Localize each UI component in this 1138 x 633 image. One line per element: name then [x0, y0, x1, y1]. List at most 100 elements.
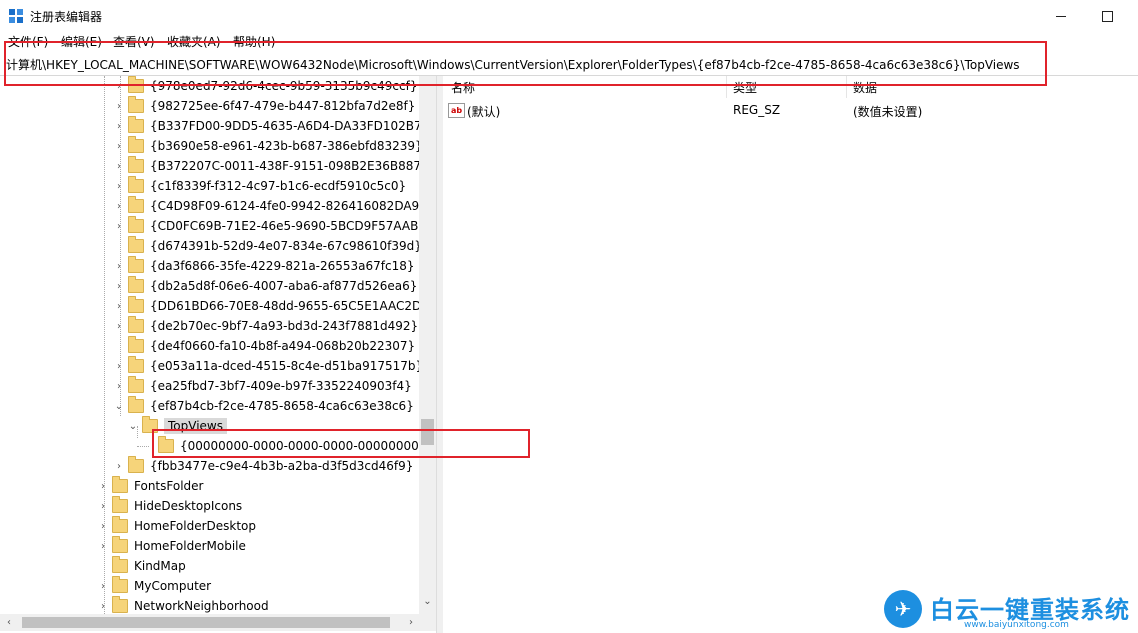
- folder-icon: [112, 576, 128, 593]
- expand-icon[interactable]: ›: [114, 201, 124, 212]
- tree-item-label: {c1f8339f-f312-4c97-b1c6-ecdf5910c5c0}: [150, 179, 407, 193]
- scroll-down-arrow-icon[interactable]: ⌄: [421, 596, 434, 610]
- expand-icon[interactable]: ›: [98, 481, 108, 492]
- tree-item-label: {C4D98F09-6124-4fe0-9942-826416082DA9}: [150, 199, 427, 213]
- tree-item-fbb3477e[interactable]: › {fbb3477e-c9e4-4b3b-a2ba-d3f5d3cd46f9}: [114, 456, 413, 476]
- expand-icon[interactable]: ›: [114, 461, 124, 472]
- expand-icon[interactable]: ›: [98, 601, 108, 612]
- folder-icon: [128, 116, 144, 133]
- tree-item-homefoldermobile[interactable]: › HomeFolderMobile: [98, 536, 246, 556]
- tree-item-mycomputer[interactable]: › MyComputer: [98, 576, 211, 596]
- folder-icon: [128, 196, 144, 213]
- expand-icon[interactable]: ›: [114, 181, 124, 192]
- tree-vertical-scrollbar[interactable]: ⌄: [419, 76, 436, 616]
- scroll-right-arrow-icon[interactable]: ›: [404, 614, 418, 631]
- tree-item-guid[interactable]: › {B337FD00-9DD5-4635-A6D4-DA33FD102B7A}: [114, 116, 436, 136]
- expand-icon[interactable]: ›: [114, 281, 124, 292]
- string-value-icon: ab: [448, 103, 465, 118]
- expand-icon[interactable]: [98, 561, 108, 571]
- tree-item-label: NetworkNeighborhood: [134, 599, 269, 613]
- folder-icon: [112, 496, 128, 513]
- scroll-left-arrow-icon[interactable]: ‹: [2, 614, 16, 631]
- folder-icon: [128, 176, 144, 193]
- tree-item-label: HomeFolderMobile: [134, 539, 246, 553]
- tree-item-label: {B372207C-0011-438F-9151-098B2E36B887}: [150, 159, 429, 173]
- expand-icon[interactable]: ›: [114, 381, 124, 392]
- folder-icon: [128, 396, 144, 413]
- tree-item-label: MyComputer: [134, 579, 212, 593]
- tree-item-label: KindMap: [134, 559, 186, 573]
- tree-item-label: FontsFolder: [134, 479, 204, 493]
- expand-icon[interactable]: [114, 341, 124, 351]
- address-highlight-box: [4, 41, 1047, 86]
- minimize-button[interactable]: [1038, 0, 1084, 32]
- folder-icon: [128, 156, 144, 173]
- tree-item-kindmap[interactable]: KindMap: [98, 556, 186, 576]
- registry-tree[interactable]: › {978e0ed7-92d6-4cec-9b59-3135b9c49ccf} ›…: [0, 76, 436, 616]
- folder-icon: [128, 356, 144, 373]
- expand-icon[interactable]: ›: [114, 261, 124, 272]
- tree-item-label: {ef87b4cb-f2ce-4785-8658-4ca6c63e38c6}: [150, 399, 414, 413]
- tree-item-label: {da3f6866-35fe-4229-821a-26553a67fc18}: [150, 259, 415, 273]
- expand-icon[interactable]: ›: [114, 301, 124, 312]
- value-data: (数值未设置): [853, 105, 923, 119]
- tree-item-guid[interactable]: › {b3690e58-e961-423b-b687-386ebfd83239}: [114, 136, 423, 156]
- tree-item-label: {fbb3477e-c9e4-4b3b-a2ba-d3f5d3cd46f9}: [150, 459, 414, 473]
- collapse-icon[interactable]: ⌄: [128, 421, 138, 432]
- watermark-logo: ✈ 白云一键重装系统 www.baiyunxitong.com: [884, 590, 1138, 633]
- tree-item-guid[interactable]: › {CD0FC69B-71E2-46e5-9690-5BCD9F57AAB3}: [114, 216, 434, 236]
- tree-item-guid[interactable]: › {982725ee-6f47-479e-b447-812bfa7d2e8f}: [114, 96, 415, 116]
- child-key-highlight-box: [152, 429, 530, 458]
- maximize-button[interactable]: [1084, 0, 1130, 32]
- tree-item-guid[interactable]: › {C4D98F09-6124-4fe0-9942-826416082DA9}: [114, 196, 427, 216]
- tree-item-label: {de4f0660-fa10-4b8f-a494-068b20b22307}: [150, 339, 416, 353]
- tree-item-guid[interactable]: {de4f0660-fa10-4b8f-a494-068b20b22307}: [114, 336, 415, 356]
- tree-item-guid[interactable]: › {da3f6866-35fe-4229-821a-26553a67fc18}: [114, 256, 415, 276]
- tree-item-label: {e053a11a-dced-4515-8c4e-d51ba917517b}: [150, 359, 424, 373]
- tree-item-guid[interactable]: › {c1f8339f-f312-4c97-b1c6-ecdf5910c5c0}: [114, 176, 406, 196]
- expand-icon[interactable]: ›: [114, 221, 124, 232]
- tree-item-guid[interactable]: › {B372207C-0011-438F-9151-098B2E36B887}: [114, 156, 429, 176]
- collapse-icon[interactable]: ⌄: [114, 401, 124, 412]
- tree-item-guid[interactable]: {d674391b-52d9-4e07-834e-67c98610f39d}: [114, 236, 422, 256]
- expand-icon[interactable]: ›: [114, 161, 124, 172]
- folder-icon: [128, 316, 144, 333]
- expand-icon[interactable]: ›: [98, 521, 108, 532]
- tree-item-label: {CD0FC69B-71E2-46e5-9690-5BCD9F57AAB3}: [150, 219, 434, 233]
- folder-icon: [128, 276, 144, 293]
- expand-icon[interactable]: ›: [114, 361, 124, 372]
- tree-item-homefolderdesktop[interactable]: › HomeFolderDesktop: [98, 516, 256, 536]
- folder-icon: [112, 596, 128, 613]
- expand-icon[interactable]: ›: [114, 321, 124, 332]
- tree-horizontal-scrollbar[interactable]: ‹ ›: [0, 614, 436, 631]
- folder-icon: [128, 376, 144, 393]
- tree-item-guid[interactable]: ⌄ {ef87b4cb-f2ce-4785-8658-4ca6c63e38c6}: [114, 396, 414, 416]
- expand-icon[interactable]: ›: [114, 101, 124, 112]
- expand-icon[interactable]: ›: [114, 121, 124, 132]
- expand-icon[interactable]: ›: [98, 501, 108, 512]
- tree-item-label: {ea25fbd7-3bf7-409e-b97f-3352240903f4}: [150, 379, 412, 393]
- minimize-icon: [1056, 15, 1066, 17]
- title-bar: 注册表编辑器: [0, 0, 1138, 32]
- folder-icon: [112, 516, 128, 533]
- tree-item-guid[interactable]: › {db2a5d8f-06e6-4007-aba6-af877d526ea6}: [114, 276, 417, 296]
- tree-item-hidedesktopicons[interactable]: › HideDesktopIcons: [98, 496, 242, 516]
- tree-item-guid[interactable]: › {de2b70ec-9bf7-4a93-bd3d-243f7881d492}: [114, 316, 418, 336]
- tree-item-guid[interactable]: › {e053a11a-dced-4515-8c4e-d51ba917517b}: [114, 356, 423, 376]
- tree-horizontal-scroll-thumb[interactable]: [22, 617, 390, 628]
- expand-icon[interactable]: ›: [114, 141, 124, 152]
- tree-item-guid[interactable]: › {ea25fbd7-3bf7-409e-b97f-3352240903f4}: [114, 376, 412, 396]
- folder-icon: [128, 336, 144, 353]
- folder-icon: [112, 556, 128, 573]
- tree-item-guid[interactable]: › {DD61BD66-70E8-48dd-9655-65C5E1AAC2D1}: [114, 296, 436, 316]
- expand-icon[interactable]: [114, 241, 124, 251]
- expand-icon[interactable]: ›: [98, 541, 108, 552]
- tree-connector: [137, 446, 149, 447]
- tree-item-fontsfolder[interactable]: › FontsFolder: [98, 476, 203, 496]
- tree-item-label: {db2a5d8f-06e6-4007-aba6-af877d526ea6}: [150, 279, 418, 293]
- tree-item-networkneighborhood[interactable]: › NetworkNeighborhood: [98, 596, 269, 616]
- values-list[interactable]: 名称 类型 数据 ab (默认) REG_SZ (数值未设置): [443, 76, 1138, 633]
- expand-icon[interactable]: ›: [98, 581, 108, 592]
- regedit-app-icon: [9, 9, 23, 23]
- folder-icon: [128, 216, 144, 233]
